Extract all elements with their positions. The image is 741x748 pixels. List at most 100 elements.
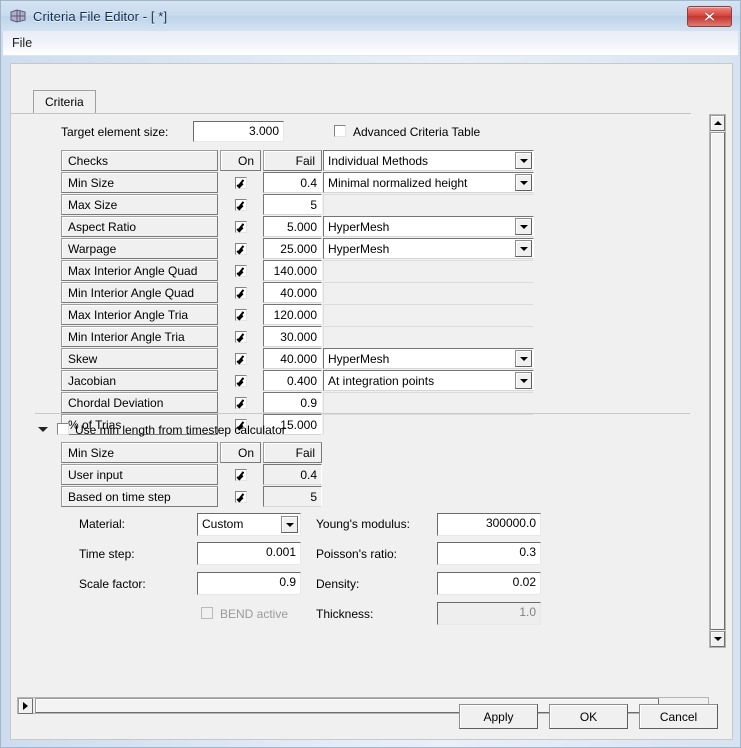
- criteria-row-name: Warpage: [61, 238, 218, 259]
- criteria-row-on-cell: [220, 348, 261, 369]
- close-button[interactable]: [687, 6, 732, 27]
- criteria-header-checks: Checks: [61, 150, 218, 171]
- criteria-table-row: Warpage 25.000 HyperMesh: [61, 238, 537, 259]
- chevron-down-icon: [519, 356, 528, 361]
- menu-item-file[interactable]: File: [3, 34, 41, 52]
- criteria-row-fail-input[interactable]: 0.4: [263, 172, 322, 193]
- criteria-row-method-arrow[interactable]: [515, 218, 532, 235]
- material-form: Material: Custom Time step: 0.001 Scale …: [33, 509, 695, 629]
- criteria-row-fail-input[interactable]: 140.000: [263, 260, 322, 281]
- scroll-down-button[interactable]: [710, 631, 725, 647]
- scroll-right-button[interactable]: [18, 698, 33, 714]
- criteria-row-method-value: HyperMesh: [328, 220, 390, 234]
- criteria-row-method-empty: [323, 326, 534, 347]
- criteria-row-on-checkbox[interactable]: [234, 242, 247, 255]
- criteria-row-method-value: HyperMesh: [328, 242, 390, 256]
- criteria-row-method-select[interactable]: HyperMesh: [323, 238, 534, 259]
- criteria-row-on-cell: [220, 194, 261, 215]
- criteria-row-on-checkbox[interactable]: [234, 176, 247, 189]
- criteria-row-method-arrow[interactable]: [515, 372, 532, 389]
- advanced-criteria-table-checkbox[interactable]: [334, 125, 346, 137]
- criteria-row-on-cell: [220, 304, 261, 325]
- criteria-row-method-select[interactable]: HyperMesh: [323, 348, 534, 369]
- criteria-row-fail-input[interactable]: 30.000: [263, 326, 322, 347]
- vertical-scroll-thumb[interactable]: [710, 132, 725, 630]
- dialog-button-bar: Apply OK Cancel: [459, 704, 718, 729]
- criteria-row-on-checkbox[interactable]: [234, 308, 247, 321]
- criteria-header-method-value: Individual Methods: [328, 154, 429, 168]
- criteria-header-method-select[interactable]: Individual Methods: [323, 150, 534, 171]
- criteria-row-fail-input[interactable]: 0.9: [263, 392, 322, 413]
- timestep-row-fail-input[interactable]: 0.4: [263, 464, 322, 485]
- scale-factor-input[interactable]: 0.9: [197, 572, 301, 595]
- criteria-row-on-checkbox[interactable]: [234, 396, 247, 409]
- criteria-row-on-cell: [220, 216, 261, 237]
- criteria-table-header-row: Checks On Fail Individual Methods: [61, 150, 537, 171]
- density-input[interactable]: 0.02: [437, 572, 541, 595]
- criteria-row-on-checkbox[interactable]: [234, 220, 247, 233]
- criteria-row-on-cell: [220, 392, 261, 413]
- title-bar: Criteria File Editor - [ *]: [1, 1, 740, 31]
- tab-criteria[interactable]: Criteria: [33, 90, 96, 114]
- criteria-row-fail-input[interactable]: 25.000: [263, 238, 322, 259]
- criteria-header-method-arrow[interactable]: [515, 152, 532, 169]
- criteria-row-method-select[interactable]: HyperMesh: [323, 216, 534, 237]
- criteria-row-fail-input[interactable]: 5.000: [263, 216, 322, 237]
- criteria-row-method-select[interactable]: At integration points: [323, 370, 534, 391]
- scroll-up-button[interactable]: [710, 115, 725, 131]
- material-select-value: Custom: [202, 517, 244, 531]
- criteria-table-row: Max Size 5: [61, 194, 537, 215]
- criteria-row-method-arrow[interactable]: [515, 174, 532, 191]
- chevron-down-icon: [519, 246, 528, 251]
- criteria-row-fail-input[interactable]: 0.400: [263, 370, 322, 391]
- cancel-button[interactable]: Cancel: [639, 704, 718, 729]
- criteria-row-name: Min Interior Angle Quad: [61, 282, 218, 303]
- timestep-row-on-checkbox[interactable]: [234, 490, 247, 503]
- criteria-row-on-checkbox[interactable]: [234, 198, 247, 211]
- criteria-row-on-checkbox[interactable]: [234, 286, 247, 299]
- poissons-ratio-input[interactable]: 0.3: [437, 542, 541, 565]
- time-step-label: Time step:: [79, 547, 135, 561]
- chevron-down-icon: [519, 378, 528, 383]
- criteria-row-on-cell: [220, 260, 261, 281]
- timestep-row-name: Based on time step: [61, 486, 218, 507]
- vertical-scrollbar[interactable]: [709, 114, 726, 648]
- timestep-disclosure-icon[interactable]: [38, 427, 48, 432]
- use-min-length-checkbox[interactable]: [57, 423, 69, 435]
- timestep-row-on-cell: [220, 486, 261, 507]
- criteria-row-fail-input[interactable]: 5: [263, 194, 322, 215]
- criteria-row-fail-input[interactable]: 120.000: [263, 304, 322, 325]
- material-select[interactable]: Custom: [197, 513, 301, 536]
- mesh-icon: [10, 9, 26, 23]
- time-step-input[interactable]: 0.001: [197, 542, 301, 565]
- criteria-row-on-checkbox[interactable]: [234, 352, 247, 365]
- arrow-down-icon: [713, 637, 722, 641]
- timestep-row-fail-input[interactable]: 5: [263, 486, 322, 507]
- timestep-table-header-row: Min Size On Fail: [61, 442, 323, 463]
- target-element-size-input[interactable]: 3.000: [193, 121, 284, 142]
- criteria-row-on-checkbox[interactable]: [234, 264, 247, 277]
- client-area: Criteria Target element size: 3.000 Adva…: [10, 63, 733, 740]
- timestep-header-checks: Min Size: [61, 442, 218, 463]
- criteria-row-on-checkbox[interactable]: [234, 374, 247, 387]
- density-label: Density:: [316, 577, 360, 591]
- material-select-arrow[interactable]: [281, 516, 298, 533]
- criteria-row-fail-input[interactable]: 40.000: [263, 348, 322, 369]
- criteria-row-on-checkbox[interactable]: [234, 330, 247, 343]
- criteria-table-row: Min Interior Angle Quad 40.000: [61, 282, 537, 303]
- criteria-row-method-select[interactable]: Minimal normalized height: [323, 172, 534, 193]
- youngs-modulus-input[interactable]: 300000.0: [437, 513, 541, 536]
- criteria-row-method-arrow[interactable]: [515, 240, 532, 257]
- timestep-row-on-checkbox[interactable]: [234, 468, 247, 481]
- chevron-down-icon: [519, 180, 528, 185]
- scale-factor-label: Scale factor:: [79, 577, 146, 591]
- criteria-row-method-empty: [323, 260, 534, 281]
- timestep-table-row: Based on time step 5: [61, 486, 323, 507]
- apply-button[interactable]: Apply: [459, 704, 538, 729]
- criteria-row-fail-input[interactable]: 40.000: [263, 282, 322, 303]
- criteria-table-row: Chordal Deviation 0.9: [61, 392, 537, 413]
- bend-active-checkbox: [201, 607, 213, 619]
- chevron-down-icon: [519, 158, 528, 163]
- criteria-row-method-arrow[interactable]: [515, 350, 532, 367]
- ok-button[interactable]: OK: [549, 704, 628, 729]
